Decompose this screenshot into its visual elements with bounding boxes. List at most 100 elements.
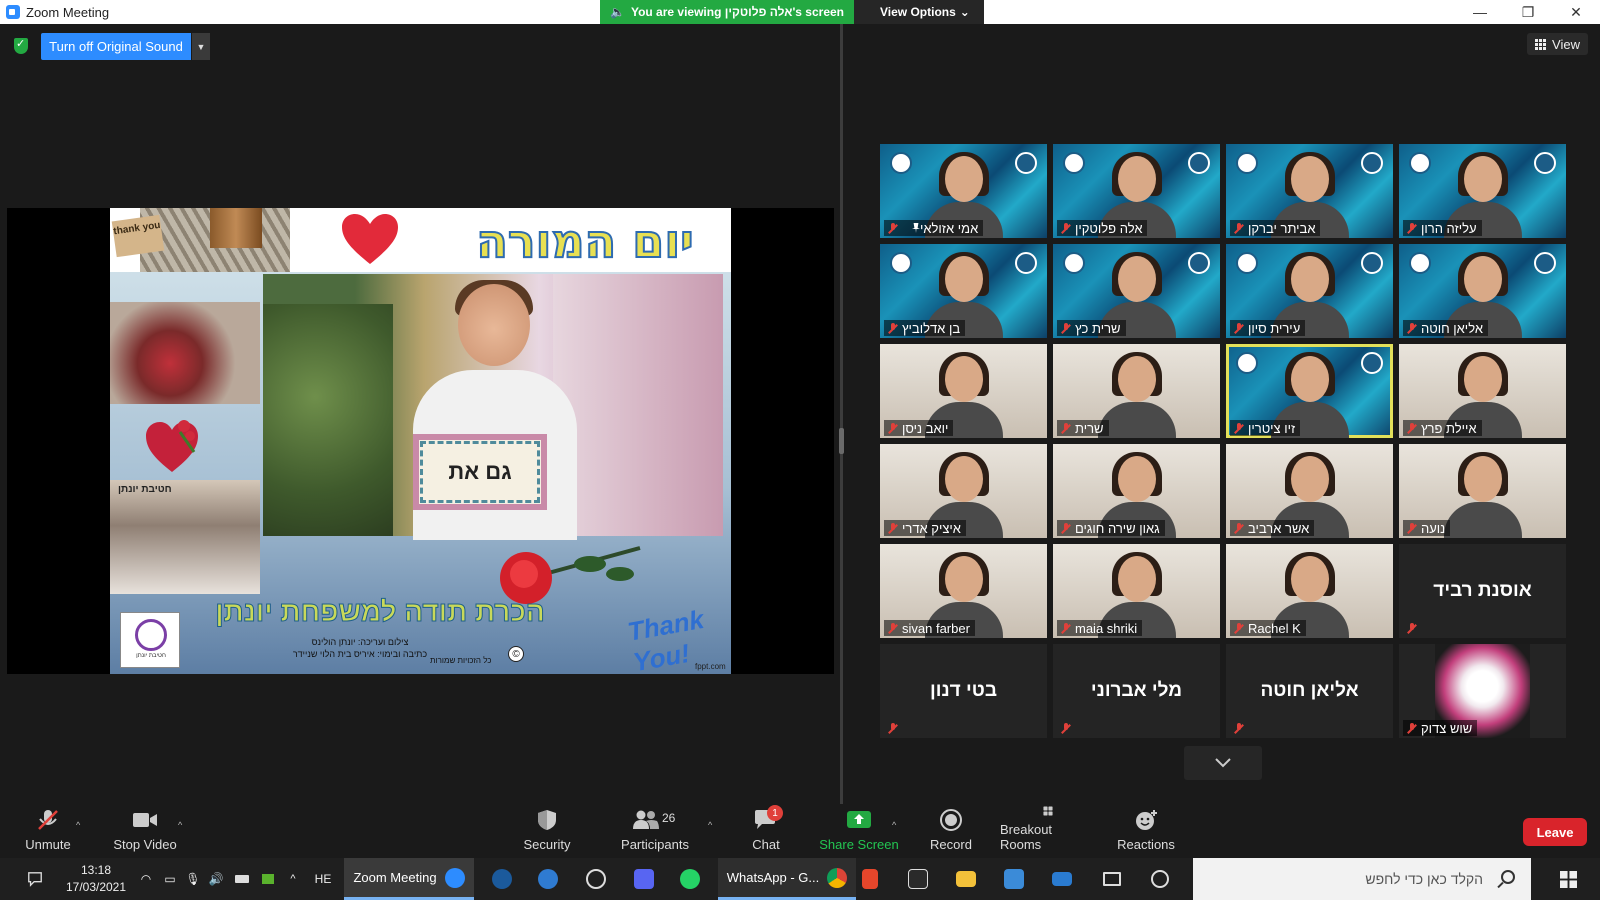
participant-tile[interactable]: עירית סיון xyxy=(1226,244,1393,338)
participant-tile[interactable]: Rachel K xyxy=(1226,544,1393,638)
participant-tile[interactable]: זיו ציטרין xyxy=(1226,344,1393,438)
input-language[interactable]: HE xyxy=(310,858,336,900)
gpu-tray-icon[interactable] xyxy=(258,858,278,900)
minimize-button[interactable]: — xyxy=(1456,0,1504,24)
head xyxy=(458,284,530,366)
share-options-caret[interactable]: ^ xyxy=(892,820,896,830)
participant-tile[interactable]: איילת פרץ xyxy=(1399,344,1566,438)
volume-icon[interactable]: 🔊 xyxy=(206,858,226,900)
share-screen-icon xyxy=(847,811,871,828)
video-options-caret[interactable]: ^ xyxy=(178,820,182,830)
taskbar-whatsapp-chrome[interactable]: WhatsApp - G... xyxy=(718,858,856,900)
participant-tile[interactable]: אלה פלוטקין xyxy=(1053,144,1220,238)
clock-time: 13:18 xyxy=(80,863,112,877)
gallery-view-button[interactable]: View xyxy=(1527,33,1588,55)
action-center-button[interactable] xyxy=(20,858,50,900)
panel-divider xyxy=(840,24,843,804)
audio-options-caret[interactable]: ^ xyxy=(76,820,80,830)
caret-down-icon: ▼ xyxy=(196,41,206,52)
task-view-icon[interactable] xyxy=(1094,858,1130,900)
security-label: Security xyxy=(523,837,571,852)
app-icon-blue[interactable] xyxy=(530,858,566,900)
battery-icon[interactable] xyxy=(232,858,252,900)
security-button[interactable]: Security xyxy=(518,806,576,858)
file-explorer-icon[interactable] xyxy=(948,858,984,900)
steam-icon[interactable] xyxy=(484,858,520,900)
share-screen-button[interactable]: Share Screen xyxy=(818,806,900,858)
virtual-background-emblem-icon xyxy=(1534,152,1556,174)
microphone-icon[interactable]: 🎙 xyxy=(183,858,203,900)
record-label: Record xyxy=(930,837,972,852)
participant-tile[interactable]: אביתר יברקן xyxy=(1226,144,1393,238)
copyright-icon: © xyxy=(508,646,524,662)
virtual-background-logo-icon xyxy=(1063,152,1085,174)
zoom-meeting-window: Zoom Meeting 🔈 You are viewing אלה פלוטק… xyxy=(0,0,1600,900)
participant-tile[interactable]: אוסנת רביד xyxy=(1399,544,1566,638)
participants-options-caret[interactable]: ^ xyxy=(708,820,712,830)
shared-slide: thank you יום המורה חטיבת יונתן גם את חט… xyxy=(110,208,731,674)
original-sound-dropdown[interactable]: ▼ xyxy=(192,33,210,60)
whatsapp-icon[interactable] xyxy=(672,858,708,900)
record-button[interactable]: Record xyxy=(926,806,976,858)
cortana-icon[interactable] xyxy=(1142,858,1178,900)
viewing-text: You are viewing אלה פלוטקין's screen xyxy=(630,5,844,19)
participant-tile[interactable]: maia shriki xyxy=(1053,544,1220,638)
participant-display-name: אוסנת רביד xyxy=(1433,580,1532,601)
participant-tile[interactable]: יואב ניסן xyxy=(880,344,1047,438)
office-icon[interactable] xyxy=(852,858,888,900)
view-options-button[interactable]: View Options ⌄ xyxy=(854,0,984,24)
taskbar-zoom-meeting[interactable]: Zoom Meeting xyxy=(344,858,474,900)
gallery-next-page-button[interactable] xyxy=(1184,746,1262,780)
original-sound-button[interactable]: Turn off Original Sound xyxy=(41,33,191,60)
participant-tile[interactable]: שרית כץ xyxy=(1053,244,1220,338)
participants-button[interactable]: 26 Participants xyxy=(620,806,690,858)
show-hidden-icons-chevron-icon[interactable]: ^ xyxy=(283,858,303,900)
close-button[interactable]: ✕ xyxy=(1552,0,1600,24)
mail-icon[interactable] xyxy=(1044,858,1080,900)
participant-tile[interactable]: שוש צדוק xyxy=(1399,644,1566,738)
virtual-background-logo-icon xyxy=(890,152,912,174)
chat-button[interactable]: 1 Chat xyxy=(736,805,796,858)
unmute-button[interactable]: Unmute xyxy=(24,806,72,858)
window-controls: — ❐ ✕ xyxy=(1456,0,1600,24)
taskbar-clock[interactable]: 13:18 17/03/2021 xyxy=(52,862,140,896)
stop-video-button[interactable]: Stop Video xyxy=(112,806,178,858)
start-button[interactable] xyxy=(1548,858,1588,900)
participant-tile[interactable]: אליאן חוטה xyxy=(1399,244,1566,338)
leave-button[interactable]: Leave xyxy=(1523,818,1587,846)
wall-background xyxy=(553,274,723,536)
participants-icon xyxy=(633,810,659,829)
participant-tile[interactable]: גאון שירה חוגים xyxy=(1053,444,1220,538)
participant-tile[interactable]: שרית xyxy=(1053,344,1220,438)
epic-games-icon[interactable] xyxy=(900,858,936,900)
participant-tile[interactable]: איציק אדרי xyxy=(880,444,1047,538)
breakout-rooms-button[interactable]: Breakout Rooms xyxy=(1000,806,1096,858)
discord-icon[interactable] xyxy=(626,858,662,900)
participant-tile[interactable]: אליאן חוטה xyxy=(1226,644,1393,738)
participant-tile[interactable]: מלי אברוני xyxy=(1053,644,1220,738)
participant-tile[interactable]: sivan farber xyxy=(880,544,1047,638)
video-camera-icon xyxy=(133,813,157,827)
participant-name-label: אמי אזולאי xyxy=(884,220,984,236)
display-icon[interactable]: ▭ xyxy=(160,858,180,900)
encryption-shield-icon[interactable] xyxy=(14,37,28,54)
wifi-icon[interactable]: ◠ xyxy=(136,858,156,900)
reactions-button[interactable]: Reactions xyxy=(1116,806,1176,858)
speaker-icon: 🔈 xyxy=(610,5,625,19)
muted-mic-icon xyxy=(888,423,898,433)
meeting-toolbar: Unmute ^ Stop Video ^ Security 26 Partic… xyxy=(0,805,1600,858)
participant-tile[interactable]: בטי דנון xyxy=(880,644,1047,738)
restore-button[interactable]: ❐ xyxy=(1504,0,1552,24)
store-icon[interactable] xyxy=(996,858,1032,900)
taskbar-search-box[interactable]: הקלד כאן כדי לחפש xyxy=(1193,858,1531,900)
obs-icon[interactable] xyxy=(578,858,614,900)
participant-tile[interactable]: אשר ארביב xyxy=(1226,444,1393,538)
participant-tile[interactable]: נועה xyxy=(1399,444,1566,538)
resize-handle[interactable] xyxy=(839,428,844,454)
zoom-icon xyxy=(444,867,465,888)
participant-tile[interactable]: עליזה הרון xyxy=(1399,144,1566,238)
muted-mic-icon xyxy=(38,810,58,830)
participant-tile[interactable]: בן אדלוביץ xyxy=(880,244,1047,338)
participant-tile[interactable]: אמי אזולאי xyxy=(880,144,1047,238)
muted-mic-icon xyxy=(1234,323,1244,333)
